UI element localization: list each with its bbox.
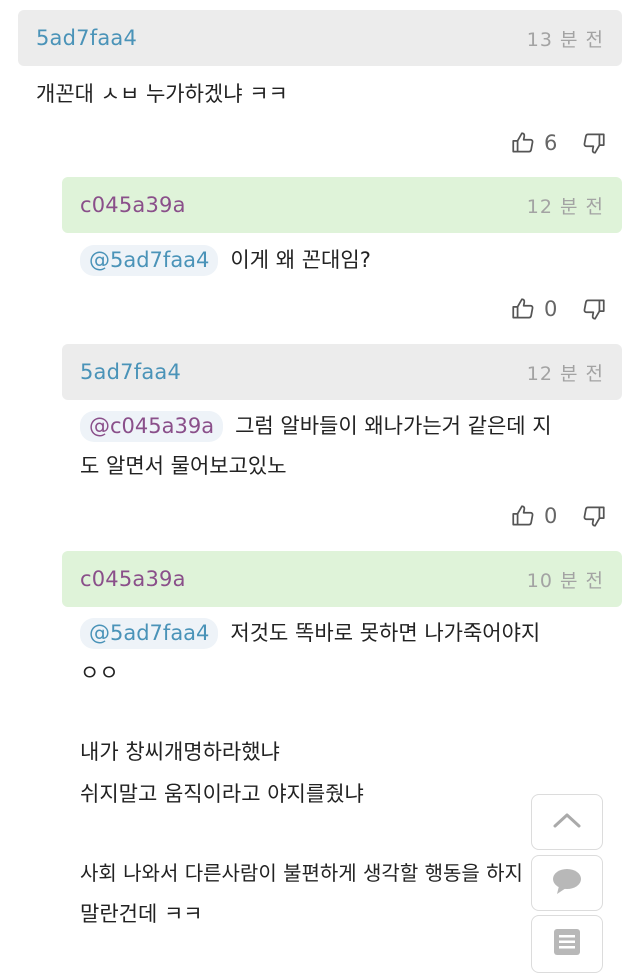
comment-header: 5ad7faa4 13 분 전 (18, 10, 622, 66)
comment-time: 12 분 전 (526, 362, 604, 385)
comment-time: 13 분 전 (526, 28, 604, 51)
scroll-top-button[interactable] (531, 794, 603, 850)
comment-time: 10 분 전 (526, 569, 604, 592)
thumbs-up-icon[interactable] (510, 503, 536, 529)
vote-row: 0 (510, 501, 607, 531)
comment-header: 5ad7faa4 12 분 전 (62, 344, 622, 400)
vote-row: 6 (510, 128, 607, 158)
comment-author[interactable]: 5ad7faa4 (80, 360, 181, 384)
comment-text-line: @5ad7faa4 저것도 똑바로 못하면 나가죽어야지 (80, 618, 541, 650)
comment-text: 사회 나와서 다른사람이 불편하게 생각할 행동을 하지 (80, 861, 523, 885)
thumbs-up-icon[interactable] (510, 296, 536, 322)
like-count: 6 (544, 131, 558, 155)
chat-button[interactable] (531, 855, 603, 911)
thumbs-down-icon[interactable] (581, 130, 607, 156)
comment-author[interactable]: 5ad7faa4 (36, 26, 137, 50)
like-count: 0 (544, 297, 558, 321)
comment-text: ㅇㅇ (80, 661, 119, 685)
comment-text: 개꼰대 ㅅㅂ 누가하겠냐 ㅋㅋ (36, 82, 288, 106)
mention-tag[interactable]: @c045a39a (80, 411, 224, 443)
like-count: 0 (544, 504, 558, 528)
thumbs-down-icon[interactable] (581, 296, 607, 322)
thumbs-down-icon[interactable] (581, 503, 607, 529)
thumbs-up-icon[interactable] (510, 130, 536, 156)
comment-header: c045a39a 10 분 전 (62, 551, 622, 607)
comment-text: 이게 왜 꼰대임? (230, 248, 371, 272)
comment-text-line: @5ad7faa4 이게 왜 꼰대임? (80, 245, 371, 277)
mention-tag[interactable]: @5ad7faa4 (80, 245, 219, 277)
chevron-up-icon (551, 810, 583, 834)
comment-time: 12 분 전 (526, 195, 604, 218)
comment-text-line: @c045a39a 그럼 알바들이 왜나가는거 같은데 지 (80, 411, 552, 443)
list-button[interactable] (531, 915, 603, 973)
mention-tag[interactable]: @5ad7faa4 (80, 618, 219, 650)
comment-header: c045a39a 12 분 전 (62, 177, 622, 233)
comment-text: 도 알면서 물어보고있노 (80, 454, 287, 478)
comment-author[interactable]: c045a39a (80, 567, 186, 591)
vote-row: 0 (510, 294, 607, 324)
chat-bubble-icon (550, 866, 584, 900)
comment-text: 쉬지말고 움직이라고 야지를줬냐 (80, 782, 364, 806)
comment-text: 그럼 알바들이 왜나가는거 같은데 지 (235, 414, 552, 438)
comment-text: 저것도 똑바로 못하면 나가죽어야지 (230, 621, 541, 645)
comment-text: 말란건데 ㅋㅋ (80, 902, 203, 926)
comment-text: 내가 창씨개명하라했냐 (80, 740, 280, 764)
comment-author[interactable]: c045a39a (80, 193, 186, 217)
